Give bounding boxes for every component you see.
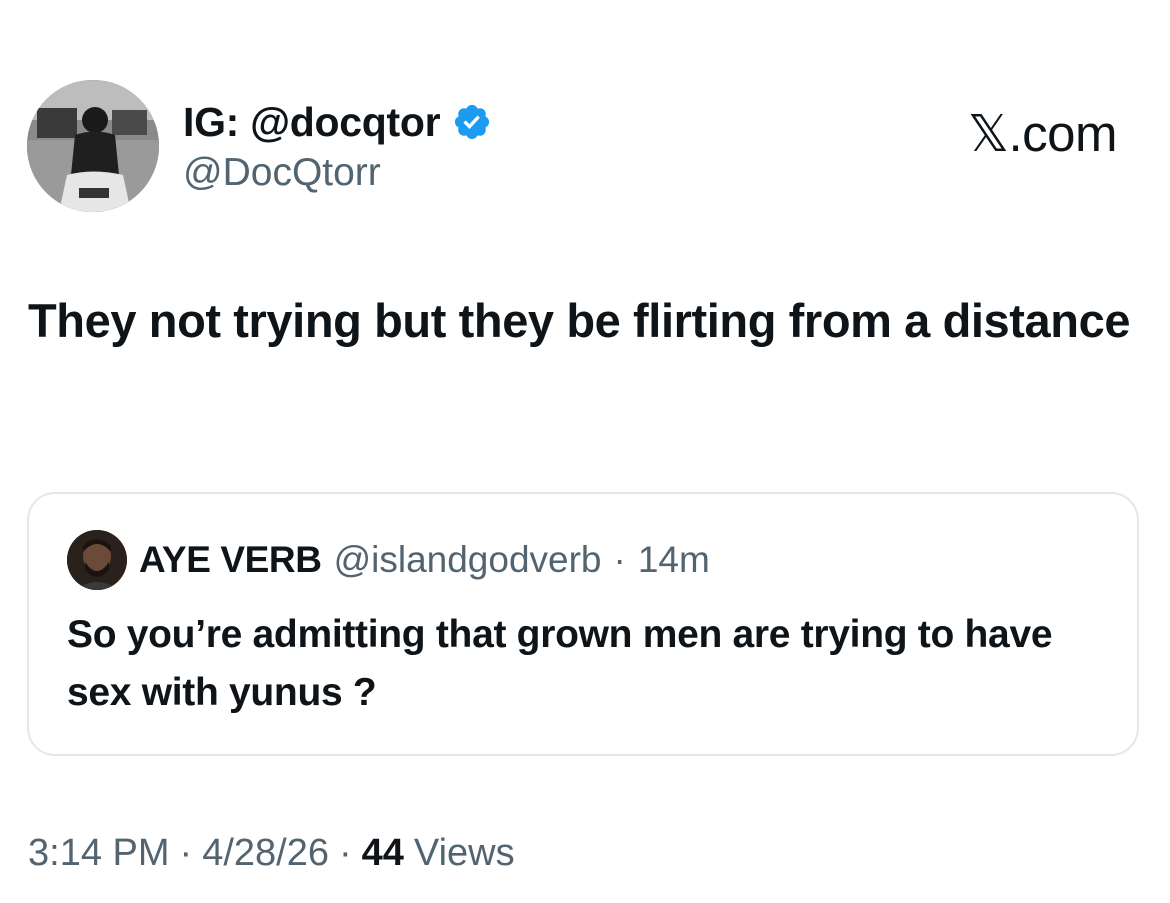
meta-separator: · xyxy=(179,832,193,874)
quoted-author-handle[interactable]: @islandgodverb xyxy=(334,539,602,581)
views-count: 44 xyxy=(361,832,404,874)
brand-watermark: 𝕏.com xyxy=(967,105,1118,162)
tweet-header: IG: @docqtor @DocQtorr 𝕏.com xyxy=(27,80,1143,212)
quoted-separator: · xyxy=(613,539,626,580)
quoted-avatar-image xyxy=(67,530,127,590)
tweet-date[interactable]: 4/28/26 xyxy=(202,832,329,875)
quoted-author-name[interactable]: AYE VERB xyxy=(139,539,322,581)
tweet-text: They not trying but they be flirting fro… xyxy=(28,294,1131,347)
quoted-tweet-header: AYE VERB @islandgodverb · 14m xyxy=(67,530,710,590)
author-avatar-image xyxy=(27,80,159,212)
author-handle[interactable]: @DocQtorr xyxy=(183,148,492,198)
quoted-tweet-card[interactable]: AYE VERB @islandgodverb · 14m So you’re … xyxy=(27,492,1139,756)
tweet-time[interactable]: 3:14 PM xyxy=(28,832,170,875)
quoted-author-avatar[interactable] xyxy=(67,530,127,590)
display-name-row: IG: @docqtor xyxy=(183,98,492,146)
author-avatar[interactable] xyxy=(27,80,159,212)
quoted-tweet-text: So you’re admitting that grown men are t… xyxy=(67,613,1053,714)
author-names: IG: @docqtor @DocQtorr xyxy=(183,98,492,198)
author-display-name[interactable]: IG: @docqtor xyxy=(183,98,441,146)
verified-badge-icon xyxy=(452,102,492,142)
meta-separator: · xyxy=(338,832,352,874)
views-label: Views xyxy=(413,832,515,874)
tweet-meta: 3:14 PM · 4/28/26 · 44 Views xyxy=(28,832,515,875)
quoted-timestamp[interactable]: 14m xyxy=(638,539,710,581)
